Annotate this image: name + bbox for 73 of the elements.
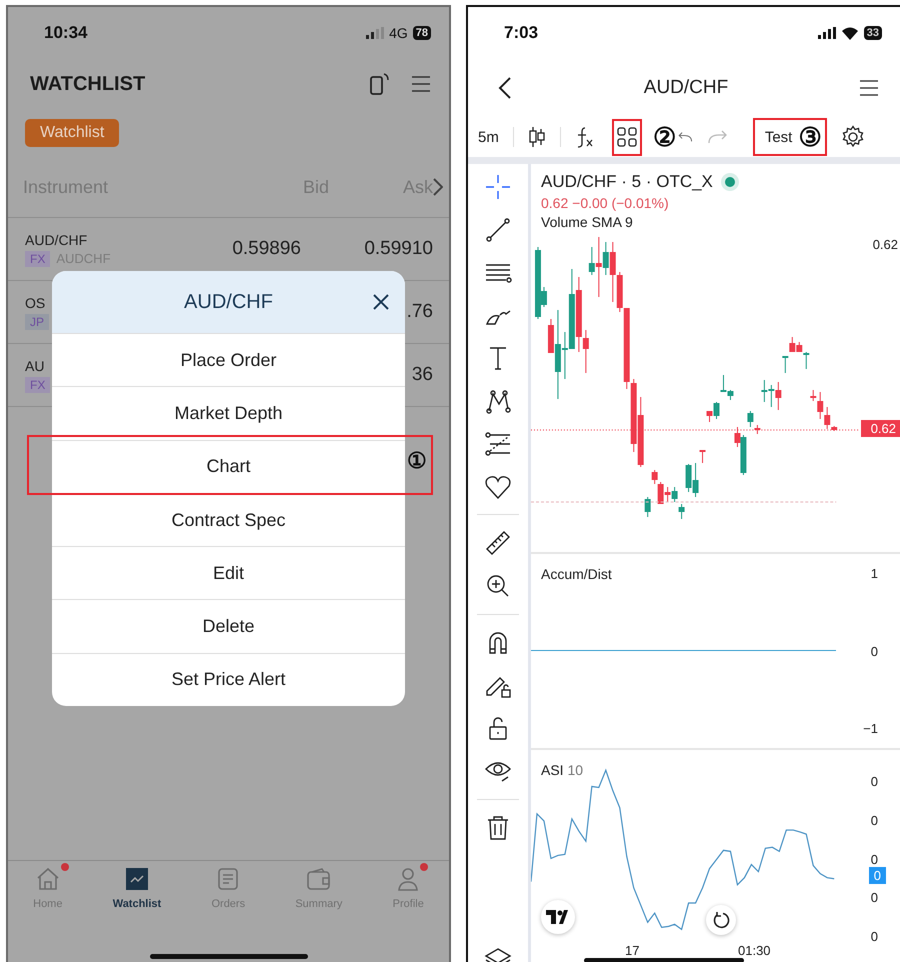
- chevron-right-icon[interactable]: [433, 178, 443, 196]
- grid-icon[interactable]: [616, 127, 637, 147]
- axis-label: 0: [870, 774, 878, 789]
- person-icon: [396, 867, 420, 891]
- time-label: 01:30: [738, 943, 771, 958]
- signal-icon: [366, 27, 384, 39]
- market-tag: FX: [25, 376, 50, 392]
- instrument-symbol: OS: [25, 294, 46, 310]
- menu-icon[interactable]: [411, 75, 431, 93]
- logo-icon: [546, 910, 570, 924]
- menu-item[interactable]: Edit: [52, 546, 405, 600]
- step-marker: ①: [407, 450, 427, 472]
- notification-dot: [420, 863, 428, 871]
- candlestick-icon[interactable]: [528, 126, 546, 148]
- candle: [782, 356, 788, 374]
- value-label: 0: [868, 867, 886, 884]
- instrument-symbol: AU: [25, 358, 44, 374]
- menu-item[interactable]: Place Order: [52, 333, 405, 386]
- ask-price: .76: [406, 301, 433, 323]
- battery-indicator: 33: [864, 26, 882, 40]
- interval-button[interactable]: 5m: [478, 128, 499, 146]
- step-marker: ②: [652, 124, 676, 150]
- axis-label: 0: [870, 644, 878, 658]
- tab-bar-item[interactable]: Watchlist: [102, 867, 172, 927]
- indicator-label: ASI 10: [540, 761, 584, 778]
- logo-button[interactable]: [541, 900, 575, 934]
- bid-price: 0.59896: [232, 238, 302, 260]
- wifi-icon: [840, 26, 859, 40]
- reset-button[interactable]: [706, 905, 736, 935]
- axis-label: −1: [863, 721, 878, 736]
- price-quote: 0.62 −0.00 (−0.01%): [541, 195, 670, 211]
- ask-price: 36: [412, 364, 433, 386]
- candle: [644, 496, 651, 518]
- status-time: 7:03: [504, 23, 538, 43]
- axis-label: 0: [870, 812, 878, 828]
- close-icon[interactable]: [372, 293, 390, 311]
- market-tag: FX: [25, 250, 50, 266]
- menu-icon[interactable]: [860, 80, 878, 96]
- notification-dot: [60, 863, 69, 871]
- indicator-label: Accum/Dist: [540, 565, 612, 582]
- reset-icon: [711, 910, 731, 930]
- instrument-symbol: AUD/CHF: [25, 232, 88, 248]
- menu-item[interactable]: Set Price Alert: [52, 652, 405, 706]
- axis-label: 0: [870, 929, 878, 944]
- axis-label: 0.62: [872, 237, 898, 252]
- ask-price: 0.59910: [364, 238, 433, 260]
- chart-icon: [124, 867, 149, 891]
- page-title: WATCHLIST: [30, 72, 146, 96]
- network-label: 4G: [389, 25, 408, 41]
- battery-indicator: 78: [412, 26, 431, 40]
- back-icon[interactable]: [498, 77, 512, 99]
- axis-label: 0: [870, 852, 878, 866]
- market-tag: JP: [25, 314, 50, 330]
- menu-item[interactable]: Delete: [52, 599, 405, 653]
- symbol-title: AUD/CHF · 5 · OTC_X: [541, 172, 713, 192]
- signal-icon: [818, 27, 836, 39]
- status-time: 10:34: [44, 23, 88, 43]
- indicator-label: Volume SMA 9: [541, 214, 634, 230]
- document-icon: [217, 867, 240, 891]
- crosshair-tool-icon[interactable]: [483, 172, 513, 202]
- page-title: AUD/CHF: [644, 77, 728, 99]
- price-label: 0.62: [860, 420, 900, 437]
- axis-label: 1: [870, 566, 878, 581]
- home-icon: [34, 867, 61, 891]
- rotate-phone-icon[interactable]: [369, 72, 391, 96]
- market-status-dot: [724, 177, 735, 187]
- template-button[interactable]: Test ③: [752, 118, 828, 156]
- menu-title: AUD/CHF: [184, 290, 273, 314]
- wallet-icon: [306, 867, 332, 891]
- settings-icon[interactable]: [841, 125, 866, 149]
- step-marker: ③: [798, 124, 822, 150]
- time-label: 17: [625, 943, 640, 958]
- axis-label: 0: [870, 890, 878, 906]
